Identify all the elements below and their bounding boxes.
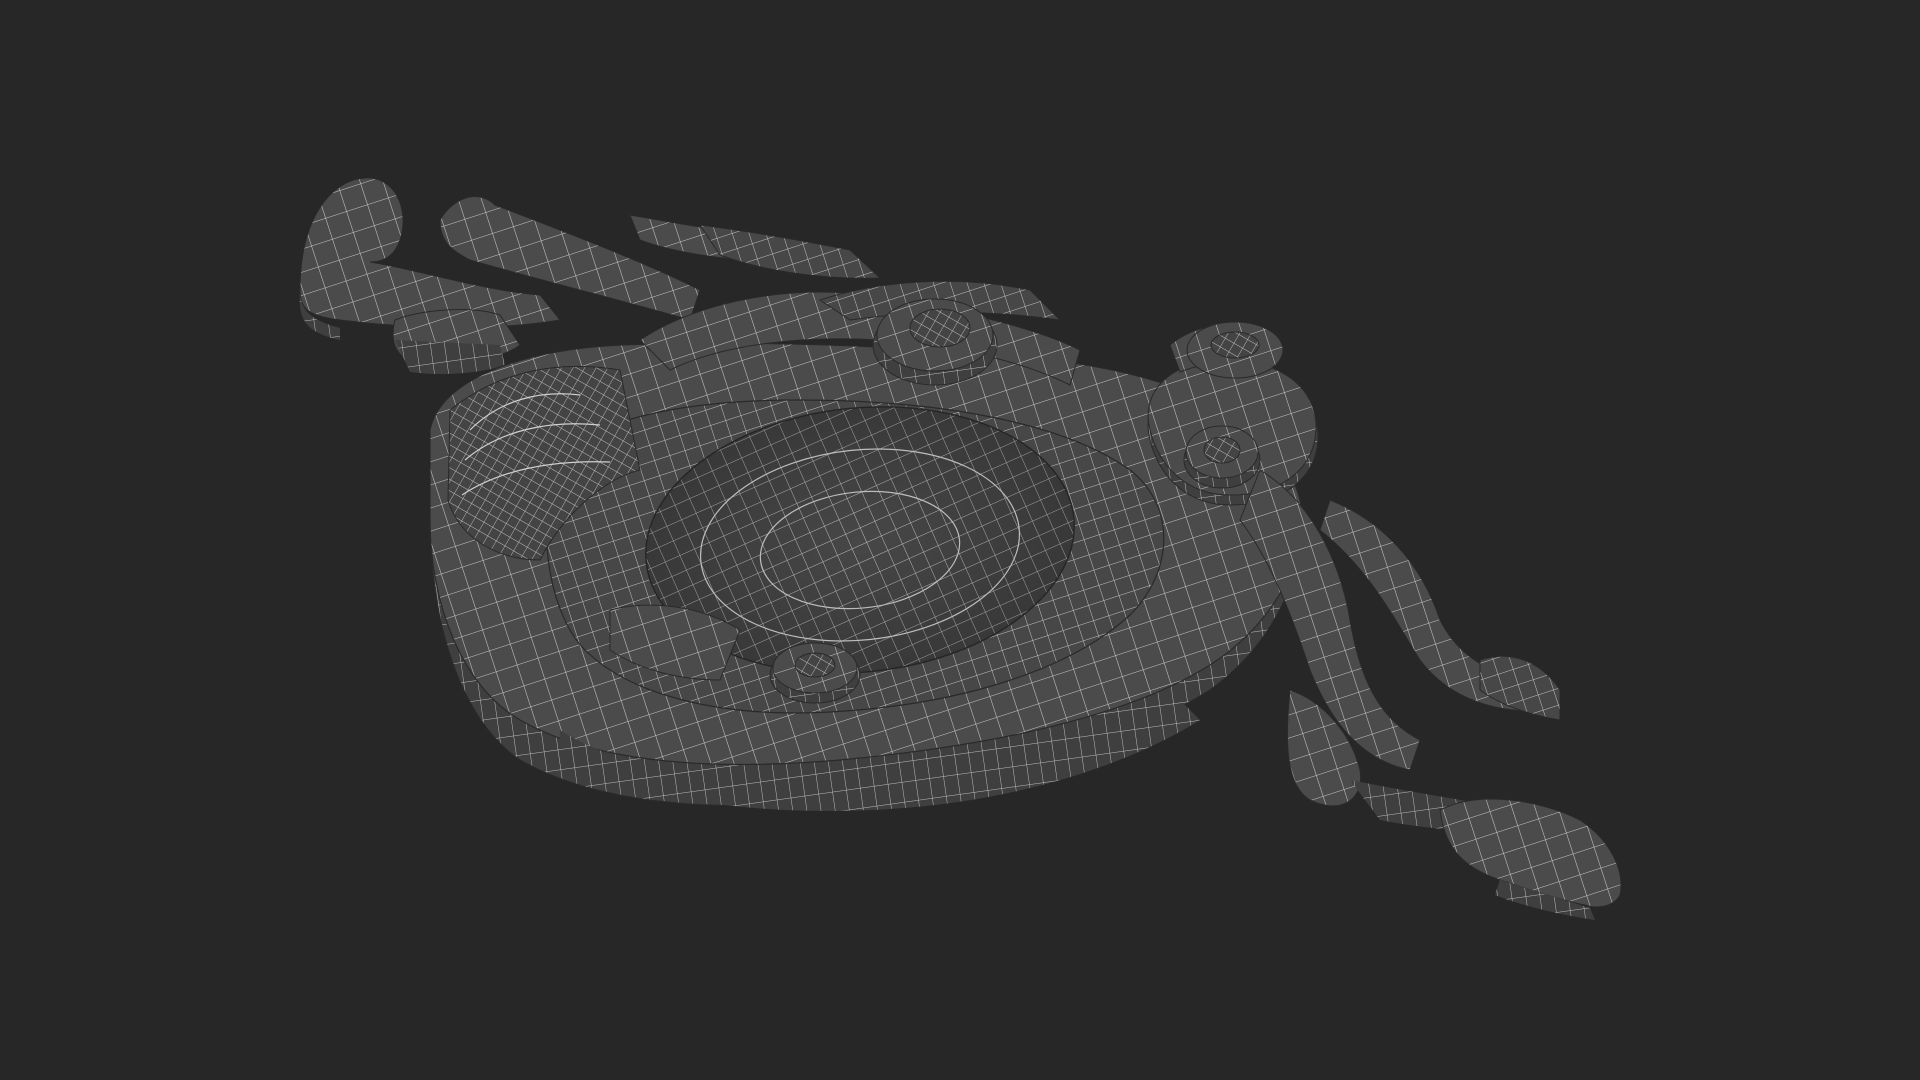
render-viewport: [0, 0, 1920, 1080]
spiral-boss-top: [872, 298, 998, 386]
wireframe-render: [0, 0, 1920, 1080]
spiral-boss-right: [1147, 359, 1319, 506]
